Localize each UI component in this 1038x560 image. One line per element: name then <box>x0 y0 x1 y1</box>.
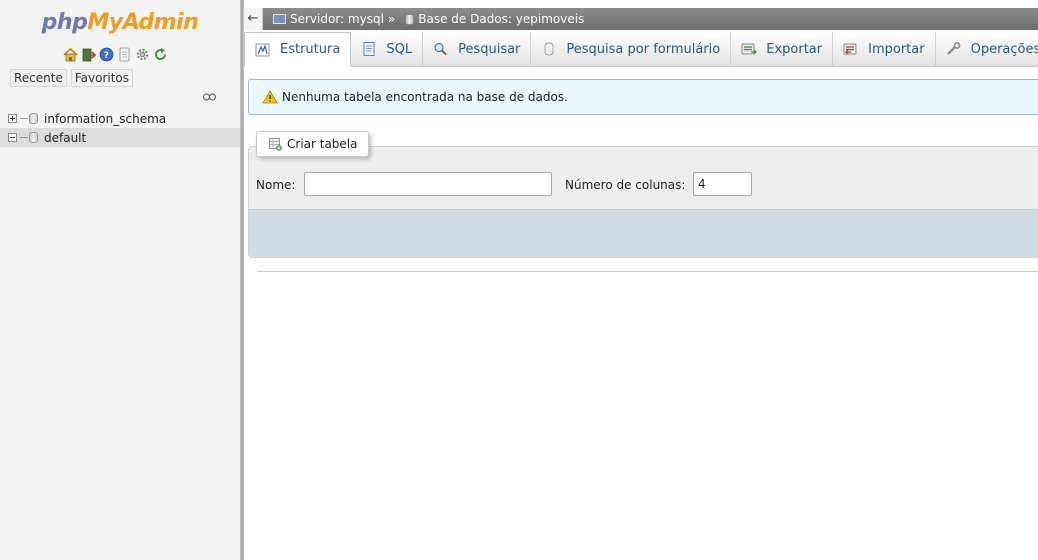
new-table-icon <box>269 137 282 151</box>
table-name-label: Nome: <box>256 178 296 192</box>
no-tables-notice: Nenhuma tabela encontrada na base de dad… <box>248 79 1038 115</box>
create-table-fieldset <box>248 146 1038 258</box>
docs-icon[interactable] <box>117 47 132 62</box>
database-tree: information_schema default <box>0 109 240 147</box>
table-name-input[interactable] <box>304 172 552 196</box>
database-icon <box>29 113 38 124</box>
favorites-tab[interactable]: Favoritos <box>70 69 134 87</box>
search-icon <box>433 42 449 56</box>
main-content: ← Servidor: mysql » Base de Dados: yepim… <box>244 0 1038 560</box>
column-count-input[interactable] <box>693 172 752 196</box>
tab-label: Pesquisar <box>458 41 521 57</box>
phpmyadmin-logo[interactable]: phpMyAdmin <box>0 10 240 35</box>
divider <box>257 271 1038 272</box>
tab-operations[interactable]: Operações <box>935 32 1038 66</box>
tab-import[interactable]: Importar <box>833 32 936 66</box>
database-name[interactable]: default <box>44 131 86 145</box>
database-name[interactable]: information_schema <box>44 112 166 126</box>
database-icon <box>29 132 38 143</box>
collapse-sidebar-button[interactable]: ← <box>244 8 263 30</box>
collapse-icon[interactable] <box>8 133 17 142</box>
tab-label: Exportar <box>766 41 823 57</box>
expand-icon[interactable] <box>8 114 17 123</box>
tree-connector <box>20 118 28 119</box>
tab-export[interactable]: Exportar <box>731 32 834 66</box>
warning-icon <box>262 90 278 104</box>
settings-icon[interactable] <box>135 47 150 62</box>
logo-myadmin-text: MyAdmin <box>87 10 199 35</box>
sql-icon <box>361 42 377 56</box>
structure-icon <box>255 43 271 57</box>
logo-php-text: php <box>41 10 88 35</box>
tree-item-default[interactable]: default <box>0 128 240 147</box>
tab-label: Estrutura <box>280 42 341 57</box>
sidebar-icon-bar: ? <box>63 47 168 63</box>
create-table-footer <box>249 209 1038 257</box>
link-icon[interactable] <box>202 90 217 101</box>
tab-label: Importar <box>868 41 925 57</box>
database-icon <box>405 13 415 25</box>
create-table-legend: Criar tabela <box>256 131 369 157</box>
column-count-label: Número de colunas: <box>565 178 686 192</box>
tab-label: Pesquisa por formulário <box>566 41 721 57</box>
wrench-icon <box>946 42 962 56</box>
tab-sql[interactable]: SQL <box>351 32 424 66</box>
tab-query-by-example[interactable]: Pesquisa por formulário <box>531 32 732 66</box>
breadcrumb: ← Servidor: mysql » Base de Dados: yepim… <box>244 8 1038 30</box>
navigation-sidebar: phpMyAdmin ? Recente Favoritos informati… <box>0 0 240 560</box>
main-menu: Estrutura SQL Pesquisar Pesquisa por for… <box>244 32 1038 67</box>
breadcrumb-database[interactable]: Base de Dados: yepimoveis <box>418 12 584 26</box>
tab-search[interactable]: Pesquisar <box>423 32 532 66</box>
tab-structure[interactable]: Estrutura <box>244 32 352 67</box>
import-icon <box>843 42 859 56</box>
home-icon[interactable] <box>63 47 78 62</box>
exit-icon[interactable] <box>81 47 97 62</box>
server-icon <box>273 14 286 24</box>
tab-label: Operações <box>970 41 1038 57</box>
svg-text:?: ? <box>104 51 109 61</box>
breadcrumb-separator: » <box>387 12 396 26</box>
tree-item-information-schema[interactable]: information_schema <box>0 109 240 128</box>
breadcrumb-server[interactable]: Servidor: mysql <box>290 12 384 26</box>
create-table-label: Criar tabela <box>287 137 358 151</box>
help-icon[interactable]: ? <box>99 47 114 62</box>
query-icon <box>541 42 557 56</box>
recent-tab[interactable]: Recente <box>10 69 67 87</box>
export-icon <box>741 42 758 56</box>
reload-icon[interactable] <box>153 47 168 62</box>
notice-text: Nenhuma tabela encontrada na base de dad… <box>282 90 568 104</box>
tree-connector <box>20 137 28 138</box>
tab-label: SQL <box>386 41 413 57</box>
sidebar-tabs: Recente Favoritos <box>10 69 134 87</box>
